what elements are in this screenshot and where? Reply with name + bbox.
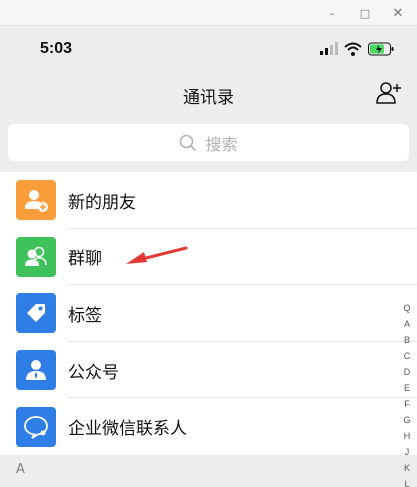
official-account-icon — [16, 350, 56, 391]
tag-icon — [16, 293, 56, 334]
status-icons — [320, 42, 394, 56]
list-item-label: 标签 — [68, 305, 102, 326]
battery-icon — [368, 42, 394, 56]
maximize-button[interactable]: □ — [356, 4, 374, 22]
index-letter[interactable]: D — [399, 364, 415, 380]
index-letter[interactable]: L — [399, 476, 415, 487]
list-item-label: 群聊 — [68, 249, 102, 270]
list-item-official-accounts[interactable]: 公众号 — [0, 341, 417, 399]
page-title: 通讯录 — [183, 88, 234, 108]
list-item-group-chats[interactable]: 群聊 — [0, 228, 417, 286]
index-letter[interactable]: J — [399, 444, 415, 460]
add-contact-icon[interactable] — [374, 78, 404, 108]
list-item-new-friends[interactable]: 新的朋友 — [0, 172, 417, 229]
section-letter: A — [16, 462, 25, 477]
list-item-label: 新的朋友 — [68, 192, 136, 213]
wifi-icon — [344, 42, 362, 56]
list-item-wecom-contacts[interactable]: 企业微信联系人 — [0, 398, 417, 455]
status-bar: 5:03 — [0, 26, 417, 74]
annotation-arrow-icon — [126, 246, 188, 264]
list-item-label: 企业微信联系人 — [68, 419, 187, 440]
index-letter[interactable]: Q — [399, 300, 415, 316]
index-letter[interactable]: A — [399, 316, 415, 332]
search-placeholder: 搜索 — [205, 134, 238, 154]
index-letter[interactable]: B — [399, 332, 415, 348]
index-letter[interactable]: C — [399, 348, 415, 364]
minimize-button[interactable]: – — [323, 4, 341, 22]
new-friend-icon — [16, 180, 56, 221]
index-letter[interactable]: G — [399, 412, 415, 428]
list-item-label: 公众号 — [68, 362, 119, 383]
group-chat-icon — [16, 236, 56, 277]
nav-bar: 通讯录 — [0, 74, 417, 116]
index-letter[interactable]: E — [399, 380, 415, 396]
search-bar[interactable]: 搜索 — [8, 124, 409, 161]
status-time: 5:03 — [40, 40, 73, 57]
signal-icon — [320, 42, 338, 55]
index-letter[interactable]: H — [399, 428, 415, 444]
window-title-bar: – □ ✕ — [0, 0, 417, 26]
index-letter[interactable]: K — [399, 460, 415, 476]
wecom-contact-icon — [16, 406, 56, 447]
alphabet-index[interactable]: Q A B C D E F G H J K L M — [399, 300, 415, 487]
contact-list: 新的朋友 群聊 标签 公众号 企业微信联系人 — [0, 172, 417, 455]
index-letter[interactable]: F — [399, 396, 415, 412]
section-header: A — [0, 455, 417, 487]
close-button[interactable]: ✕ — [389, 4, 407, 22]
list-item-tags[interactable]: 标签 — [0, 285, 417, 342]
search-icon — [180, 134, 197, 151]
